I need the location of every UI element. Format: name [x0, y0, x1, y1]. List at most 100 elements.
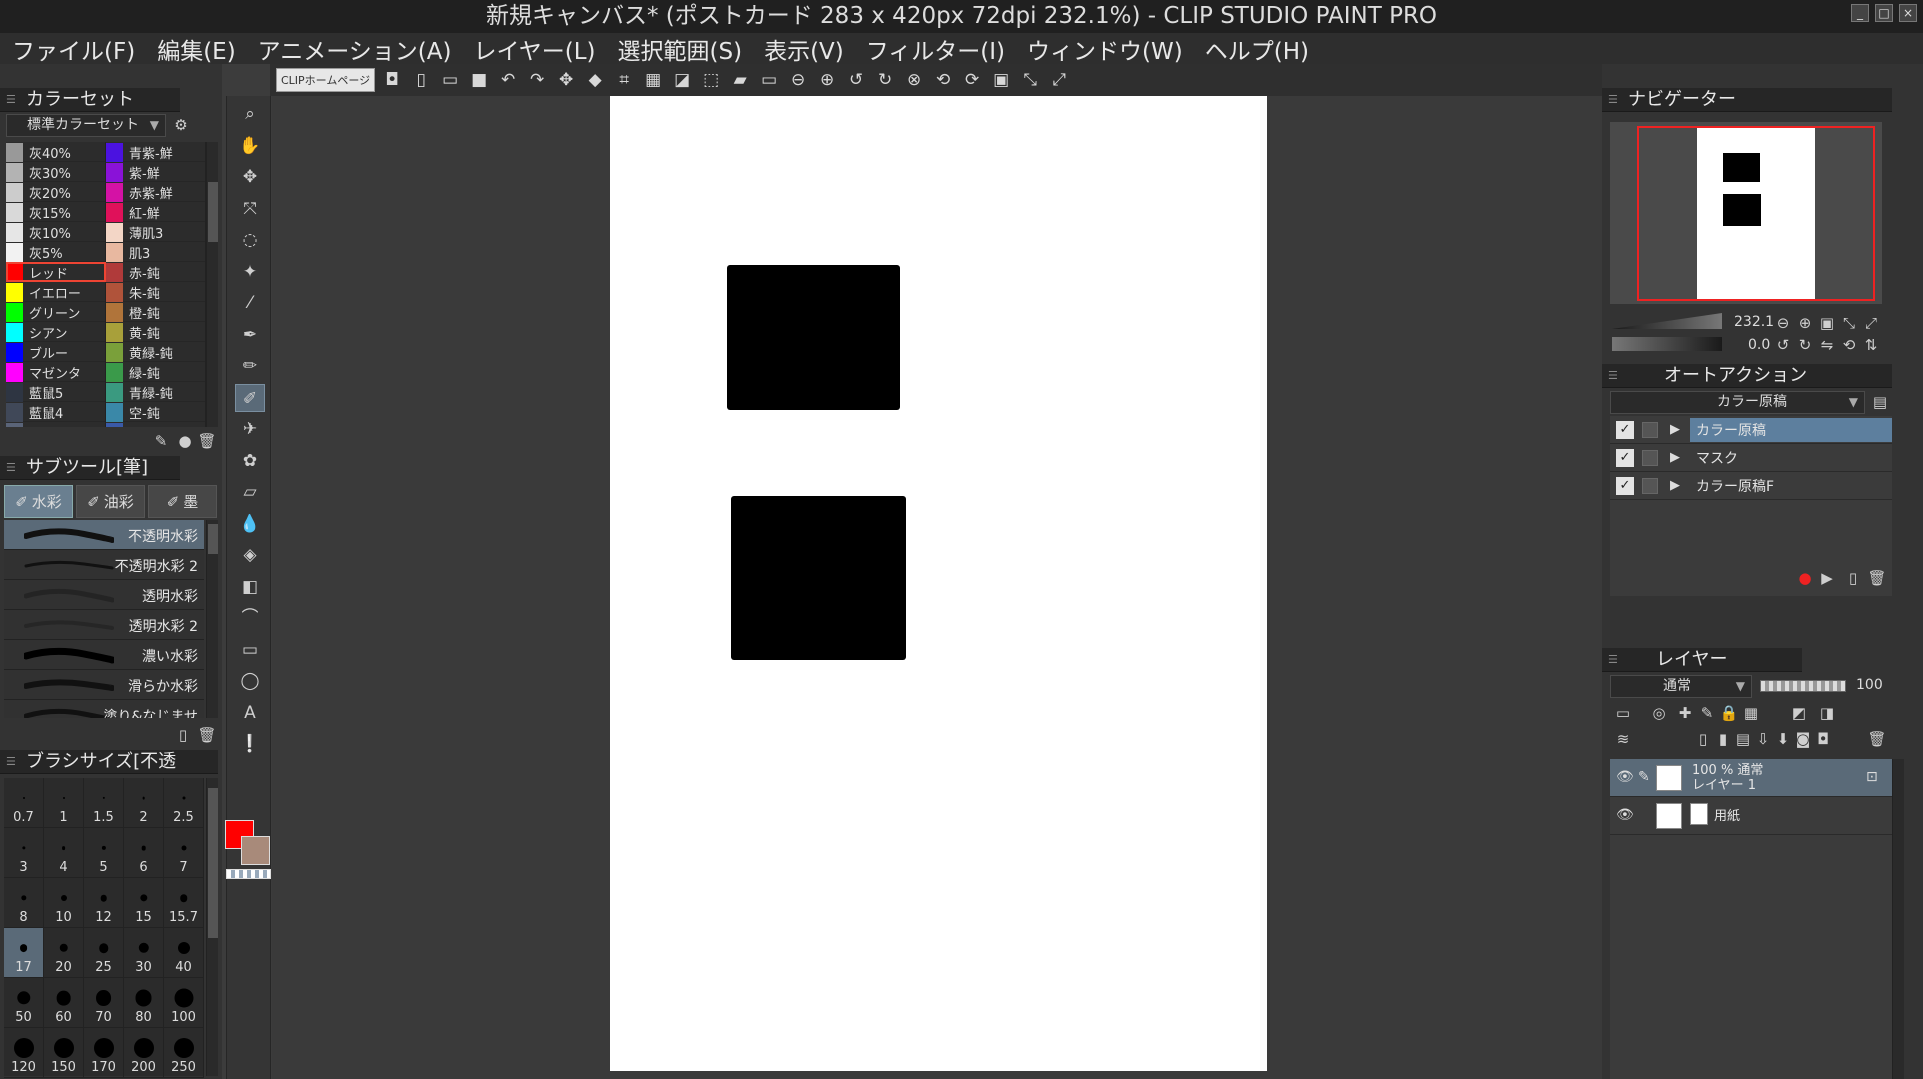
color-swatch[interactable]: シアン [6, 322, 106, 342]
layer-color-icon[interactable]: ▭ [1612, 702, 1634, 724]
tab-oil[interactable]: ✐ 油彩 [76, 485, 145, 518]
brush-size-cell[interactable]: 0.7 [4, 778, 44, 828]
brush-icon[interactable]: ✐ [235, 383, 265, 412]
color-swatch[interactable]: 灰15% [6, 202, 106, 222]
color-add-icon[interactable]: ● [174, 430, 196, 452]
zoom-icon[interactable]: ⌕ [235, 100, 265, 128]
flip-vertical-icon[interactable]: ⇅ [1860, 334, 1882, 356]
brushsize-scrollbar[interactable] [206, 778, 218, 1076]
lock-icon[interactable]: 🔒 [1718, 702, 1740, 724]
create-mask-icon[interactable]: ◙ [1792, 728, 1814, 750]
zoom-in-icon[interactable]: ⊕ [815, 68, 839, 92]
redo-icon[interactable]: ↷ [525, 68, 549, 92]
crop-icon[interactable]: ⌗ [612, 68, 636, 92]
expand-arrow-icon[interactable]: ▶ [1670, 450, 1680, 465]
brush-size-cell[interactable]: 8 [4, 878, 44, 928]
color-swatch[interactable]: 紅-鮮 [106, 202, 206, 222]
layer-stack-icon[interactable]: ≋ [1612, 728, 1634, 750]
brush-size-cell[interactable]: 15.7 [164, 878, 204, 928]
reference-icon[interactable]: ✚ [1674, 702, 1696, 724]
brush-size-cell[interactable]: 30 [124, 928, 164, 978]
brush-size-cell[interactable]: 100 [164, 978, 204, 1028]
navigator-preview[interactable] [1610, 122, 1882, 304]
maximize-button[interactable]: □ [1875, 4, 1893, 22]
brush-size-cell[interactable]: 50 [4, 978, 44, 1028]
panel-menu-icon[interactable]: ☰ [6, 755, 18, 769]
zoom-slider[interactable] [1612, 313, 1722, 329]
color-swatch[interactable]: 黄緑-鈍 [106, 342, 206, 362]
layer-lock-icon[interactable]: ⊡ [1866, 769, 1878, 785]
enable-checkbox[interactable]: ✓ [1616, 448, 1634, 467]
brush-item[interactable]: 濃い水彩 [4, 640, 204, 670]
menu-layer[interactable]: レイヤー(L) [473, 32, 595, 66]
new-raster-layer-icon[interactable]: ▯ [1692, 728, 1714, 750]
layer-row[interactable]: 👁 用紙 [1610, 797, 1892, 835]
brush-size-cell[interactable]: 1.5 [84, 778, 124, 828]
color-swatch[interactable]: 青-鈍 [106, 422, 206, 427]
autoaction-item[interactable]: ✓ ▶ カラー原稿F [1610, 472, 1892, 500]
grid-icon[interactable]: ▦ [641, 68, 665, 92]
panel-menu-icon[interactable]: ☰ [6, 461, 18, 475]
lasso-icon[interactable]: ◌ [235, 226, 265, 254]
actual-size-icon[interactable]: ⤡ [1018, 68, 1042, 92]
color-swatch[interactable]: イエロー [6, 282, 106, 302]
menu-animation[interactable]: アニメーション(A) [258, 32, 452, 66]
brush-size-cell[interactable]: 150 [44, 1028, 84, 1078]
brush-size-cell[interactable]: 60 [44, 978, 84, 1028]
brush-size-cell[interactable]: 2.5 [164, 778, 204, 828]
transform-tool-icon[interactable]: ⤧ [235, 195, 265, 223]
brush-size-cell[interactable]: 250 [164, 1028, 204, 1078]
eye-icon[interactable]: 👁 [1616, 769, 1634, 785]
fill-bucket-icon[interactable]: ◈ [235, 541, 265, 569]
frame-icon[interactable]: ▭ [757, 68, 781, 92]
sub-color-swatch[interactable] [241, 836, 270, 865]
hand-icon[interactable]: ✋ [235, 132, 265, 160]
color-swatch[interactable]: 朱-鈍 [106, 282, 206, 302]
menu-edit[interactable]: 編集(E) [157, 32, 235, 66]
clip-icon[interactable]: ◎ [1648, 702, 1670, 724]
autoaction-item[interactable]: ✓ ▶ マスク [1610, 444, 1892, 472]
layer-row[interactable]: 👁 ✎ 100 % 通常 レイヤー 1 ⊡ [1610, 759, 1892, 797]
transfer-down-icon[interactable]: ⇩ [1752, 728, 1774, 750]
panel-menu-icon[interactable]: ☰ [1608, 369, 1620, 383]
brush-size-cell[interactable]: 120 [4, 1028, 44, 1078]
new-file-icon[interactable]: ▯ [409, 68, 433, 92]
brush-size-cell[interactable]: 80 [124, 978, 164, 1028]
delete-layer-icon[interactable]: 🗑 [1866, 728, 1888, 750]
zoom-in-icon[interactable]: ⊕ [1794, 312, 1816, 334]
full-icon[interactable]: ▣ [989, 68, 1013, 92]
layer-scrollbar[interactable] [1892, 759, 1904, 1079]
navigator-panel-header[interactable]: ☰ ナビゲーター [1602, 88, 1892, 112]
decoration-icon[interactable]: ✿ [235, 447, 265, 475]
brush-item[interactable]: 透明水彩 [4, 580, 204, 610]
brush-item[interactable]: 透明水彩 2 [4, 610, 204, 640]
play-icon[interactable]: ▶ [1816, 567, 1838, 589]
brush-size-cell[interactable]: 15 [124, 878, 164, 928]
folder-icon[interactable]: ▰ [728, 68, 752, 92]
color-swatch[interactable]: 緑-鈍 [106, 362, 206, 382]
subtool-panel-header[interactable]: ☰ サブツール[筆] [0, 456, 180, 480]
brush-size-cell[interactable]: 10 [44, 878, 84, 928]
expand-arrow-icon[interactable]: ▶ [1670, 478, 1680, 493]
autoaction-menu-icon[interactable]: ▤ [1869, 391, 1891, 413]
flip-horizontal-icon[interactable]: ⇋ [1816, 334, 1838, 356]
new-subtool-icon[interactable]: ▯ [172, 724, 194, 746]
color-swatch[interactable]: 灰10% [6, 222, 106, 242]
color-swatch[interactable]: 青緑-鈍 [106, 382, 206, 402]
transform-icon[interactable]: ✥ [554, 68, 578, 92]
fill-icon[interactable]: ◆ [583, 68, 607, 92]
color-swatch[interactable]: マゼンタ [6, 362, 106, 382]
color-swatch[interactable]: 橙-鈍 [106, 302, 206, 322]
dialog-toggle[interactable] [1642, 477, 1658, 494]
panel-menu-icon[interactable]: ☰ [6, 93, 18, 107]
brush-size-cell[interactable]: 6 [124, 828, 164, 878]
tab-watercolor[interactable]: ✐ 水彩 [4, 485, 73, 518]
dialog-toggle[interactable] [1642, 449, 1658, 466]
color-swatch[interactable]: 藍鼠5 [6, 382, 106, 402]
brushsize-panel-header[interactable]: ☰ ブラシサイズ[不透 [0, 750, 218, 774]
menu-selection[interactable]: 選択範囲(S) [618, 32, 743, 66]
color-swatch[interactable]: 肌3 [106, 242, 206, 262]
save-icon[interactable]: ■ [467, 68, 491, 92]
fit-window-icon[interactable]: ⤢ [1047, 68, 1071, 92]
layer-palette-color-icon[interactable]: ◨ [1816, 702, 1838, 724]
